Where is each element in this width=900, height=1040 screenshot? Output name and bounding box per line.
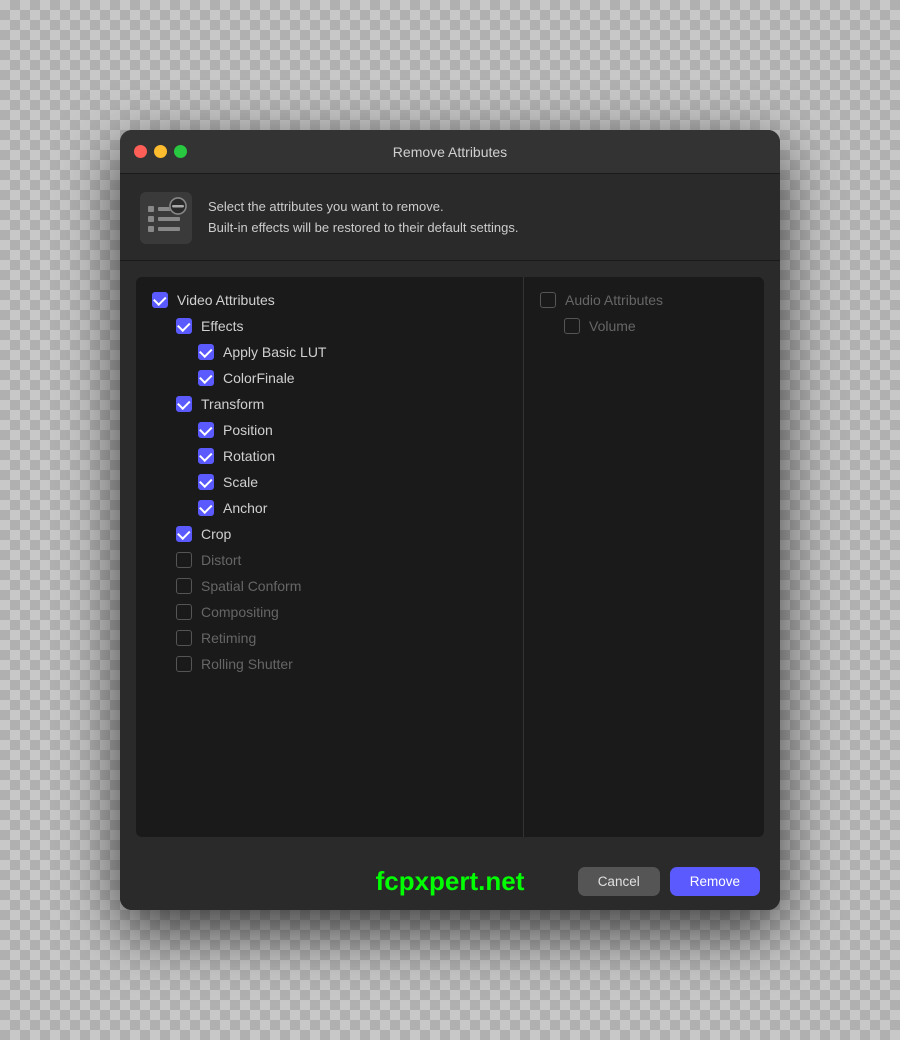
header-description: Select the attributes you want to remove… [208, 197, 518, 239]
checkbox-item-retiming[interactable]: Retiming [136, 625, 523, 651]
checkbox-scale [198, 474, 214, 490]
footer: fcpxpert.net Cancel Remove [120, 853, 780, 910]
checkbox-retiming [176, 630, 192, 646]
attributes-icon [140, 192, 192, 244]
checkbox-colorfinale [198, 370, 214, 386]
checkbox-item-apply-basic-lut[interactable]: Apply Basic LUT [136, 339, 523, 365]
titlebar: Remove Attributes [120, 130, 780, 174]
label-compositing: Compositing [201, 604, 279, 620]
dialog-window: Remove Attributes Select the attributes … [120, 130, 780, 910]
checkbox-item-position[interactable]: Position [136, 417, 523, 443]
checkbox-position [198, 422, 214, 438]
label-volume: Volume [589, 318, 636, 334]
checkbox-item-spatial-conform[interactable]: Spatial Conform [136, 573, 523, 599]
label-distort: Distort [201, 552, 241, 568]
checkbox-item-effects[interactable]: Effects [136, 313, 523, 339]
checkbox-item-rolling-shutter[interactable]: Rolling Shutter [136, 651, 523, 677]
checkbox-distort [176, 552, 192, 568]
checkbox-item-video-attributes[interactable]: Video Attributes [136, 287, 523, 313]
right-panel: Audio Attributes Volume [524, 277, 764, 837]
watermark: fcpxpert.net [376, 866, 525, 897]
checkbox-item-anchor[interactable]: Anchor [136, 495, 523, 521]
checkbox-compositing [176, 604, 192, 620]
close-button[interactable] [134, 145, 147, 158]
label-crop: Crop [201, 526, 231, 542]
minimize-button[interactable] [154, 145, 167, 158]
checkbox-item-colorfinale[interactable]: ColorFinale [136, 365, 523, 391]
label-audio-attributes: Audio Attributes [565, 292, 663, 308]
label-spatial-conform: Spatial Conform [201, 578, 301, 594]
checkbox-rolling-shutter [176, 656, 192, 672]
label-scale: Scale [223, 474, 258, 490]
checkbox-volume [564, 318, 580, 334]
label-rolling-shutter: Rolling Shutter [201, 656, 293, 672]
traffic-lights [134, 145, 187, 158]
checkbox-spatial-conform [176, 578, 192, 594]
label-rotation: Rotation [223, 448, 275, 464]
label-retiming: Retiming [201, 630, 256, 646]
checkbox-item-audio-attributes[interactable]: Audio Attributes [524, 287, 764, 313]
checkbox-crop [176, 526, 192, 542]
label-position: Position [223, 422, 273, 438]
checkbox-item-scale[interactable]: Scale [136, 469, 523, 495]
window-title: Remove Attributes [393, 144, 507, 160]
checkbox-item-rotation[interactable]: Rotation [136, 443, 523, 469]
left-panel: Video Attributes Effects Apply Basic LUT Co… [136, 277, 523, 837]
label-anchor: Anchor [223, 500, 267, 516]
cancel-button[interactable]: Cancel [578, 867, 660, 896]
content-area: Video Attributes Effects Apply Basic LUT Co… [136, 277, 764, 837]
zoom-button[interactable] [174, 145, 187, 158]
checkbox-audio-attributes [540, 292, 556, 308]
checkbox-item-compositing[interactable]: Compositing [136, 599, 523, 625]
checkbox-anchor [198, 500, 214, 516]
checkbox-transform [176, 396, 192, 412]
checkbox-effects [176, 318, 192, 334]
label-effects: Effects [201, 318, 244, 334]
checkbox-item-distort[interactable]: Distort [136, 547, 523, 573]
checkbox-item-volume[interactable]: Volume [524, 313, 764, 339]
header-section: Select the attributes you want to remove… [120, 174, 780, 261]
label-video-attributes: Video Attributes [177, 292, 275, 308]
checkbox-item-crop[interactable]: Crop [136, 521, 523, 547]
checkbox-video-attributes [152, 292, 168, 308]
checkbox-item-transform[interactable]: Transform [136, 391, 523, 417]
label-transform: Transform [201, 396, 264, 412]
checkbox-rotation [198, 448, 214, 464]
label-apply-basic-lut: Apply Basic LUT [223, 344, 326, 360]
label-colorfinale: ColorFinale [223, 370, 295, 386]
checkbox-apply-basic-lut [198, 344, 214, 360]
remove-button[interactable]: Remove [670, 867, 760, 896]
